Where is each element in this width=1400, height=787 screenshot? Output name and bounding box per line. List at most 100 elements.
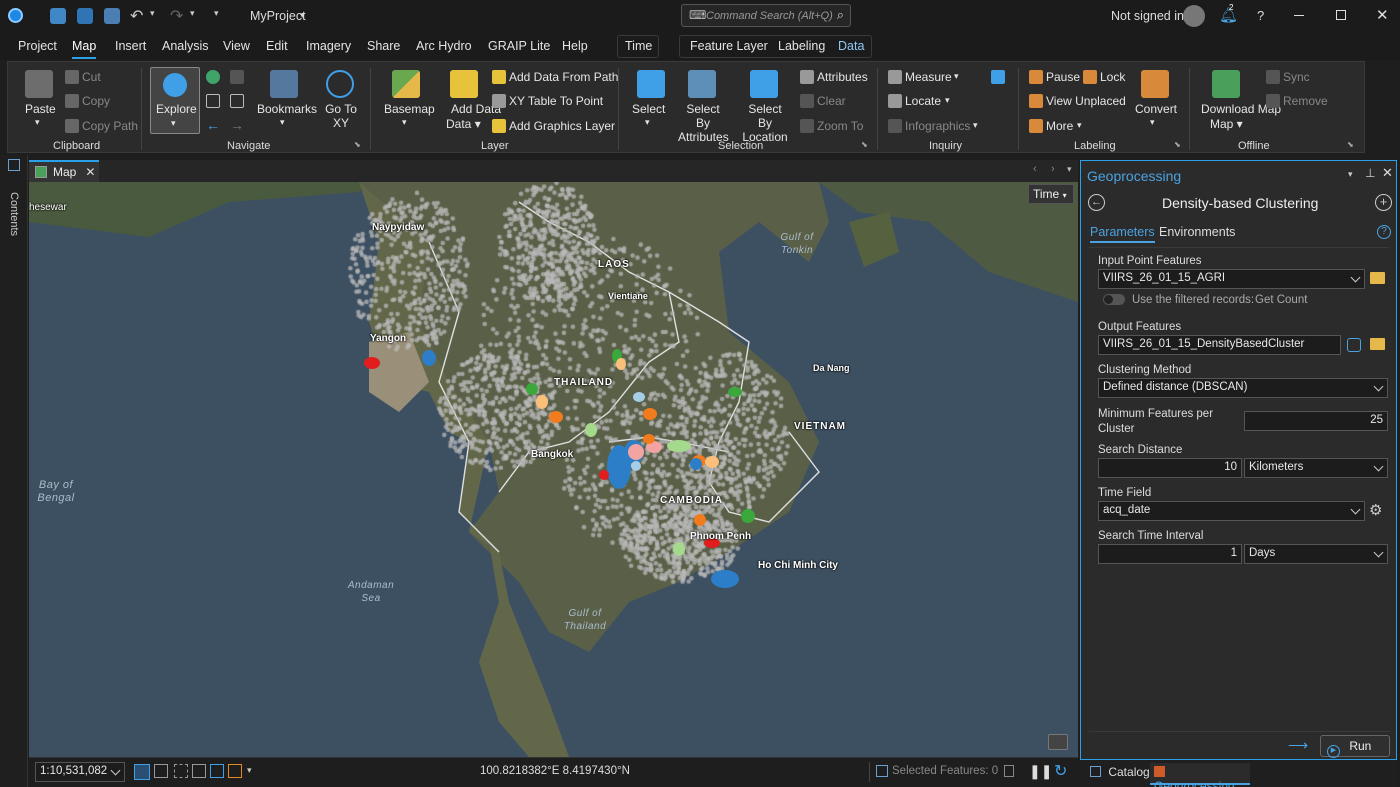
flow-icon[interactable] (210, 764, 224, 778)
menu-view[interactable]: View (223, 39, 250, 53)
labeling-launcher-icon[interactable]: ⬊ (1174, 140, 1181, 149)
open-project-icon[interactable] (77, 8, 93, 24)
field-settings-gear-icon[interactable]: ⚙ (1369, 501, 1382, 519)
project-name[interactable]: MyProject (250, 9, 306, 23)
lock-button[interactable]: Lock (1100, 70, 1125, 84)
map-view[interactable]: hesewar Naypyidaw LAOS Vientiane Yangon … (29, 182, 1078, 757)
map-overflow-menu-icon[interactable] (1048, 734, 1068, 750)
attributes-button[interactable]: Attributes (817, 70, 868, 84)
more-button[interactable]: More (1046, 119, 1073, 133)
tab-labeling[interactable]: Labeling (778, 39, 825, 53)
select-dropdown-icon[interactable]: ▾ (645, 117, 650, 128)
rotation-icon[interactable] (228, 764, 242, 778)
help-icon[interactable]: ? (1257, 8, 1264, 23)
go-to-xy-button[interactable]: Go To XY (324, 102, 358, 130)
menu-map[interactable]: Map (72, 39, 97, 59)
contents-icon[interactable] (8, 159, 20, 171)
more-dropdown-icon[interactable]: ▾ (1077, 120, 1082, 131)
clustering-method-select[interactable]: Defined distance (DBSCAN) (1098, 378, 1388, 398)
minimize-icon[interactable] (1294, 15, 1304, 16)
scale-lock-icon[interactable] (1004, 765, 1014, 777)
view-unplaced-button[interactable]: View Unplaced (1046, 94, 1126, 108)
download-map-second-line[interactable]: Map ▾ (1210, 117, 1243, 131)
clear-button[interactable]: Clear (817, 94, 846, 108)
command-search-input[interactable]: ⌨ Command Search (Alt+Q) ⌕ (681, 4, 851, 27)
tab-feature-layer[interactable]: Feature Layer (690, 39, 768, 53)
inquiry-tool-icon[interactable] (991, 70, 1005, 84)
undo-icon[interactable]: ↶ (130, 6, 143, 26)
menu-insert[interactable]: Insert (115, 39, 146, 53)
menu-analysis[interactable]: Analysis (162, 39, 209, 53)
tab-data[interactable]: Data (838, 39, 864, 53)
undo-dropdown-icon[interactable]: ▾ (150, 8, 155, 19)
bookmarks-dropdown-icon[interactable]: ▾ (280, 117, 285, 128)
paste-button[interactable]: Paste (25, 102, 56, 116)
menu-share[interactable]: Share (367, 39, 400, 53)
pane-options-dropdown-icon[interactable]: ▾ (1348, 169, 1353, 180)
scale-selector[interactable]: 1:10,531,082 (35, 762, 125, 782)
tab-time[interactable]: Time (617, 35, 659, 58)
measure-button[interactable]: Measure (905, 70, 952, 84)
table-grid-icon[interactable] (154, 764, 168, 778)
pause-button[interactable]: Pause (1046, 70, 1080, 84)
fixed-zoom-out-icon[interactable] (230, 94, 244, 108)
time-field-select[interactable]: acq_date (1098, 501, 1365, 521)
sync-button[interactable]: Sync (1283, 70, 1310, 84)
add-data-from-path-button[interactable]: Add Data From Path (509, 70, 618, 84)
menu-project[interactable]: Project (18, 39, 57, 53)
min-features-input[interactable]: 25 (1244, 411, 1388, 431)
add-data-dropdown-label[interactable]: Data ▾ (446, 117, 481, 131)
tab-list-dropdown-icon[interactable]: ▾ (1067, 164, 1072, 175)
more-status-dropdown-icon[interactable]: ▾ (247, 765, 252, 776)
tool-help-icon[interactable]: ? (1377, 225, 1391, 239)
redo-dropdown-icon[interactable]: ▾ (190, 8, 195, 19)
selected-features-count[interactable]: Selected Features: 0 (892, 765, 998, 777)
basemap-dropdown-icon[interactable]: ▾ (402, 117, 407, 128)
use-filtered-records-toggle[interactable] (1103, 294, 1125, 305)
select-button[interactable]: Select (632, 102, 665, 116)
back-icon[interactable]: ← (1088, 194, 1105, 211)
save-project-icon[interactable] (104, 8, 120, 24)
refresh-icon[interactable]: ↻ (1054, 761, 1067, 781)
tab-catalog[interactable]: Catalog (1086, 763, 1154, 783)
customize-toolbar-icon[interactable]: ▾ (214, 8, 219, 19)
add-tool-icon[interactable]: + (1375, 194, 1392, 211)
tab-map[interactable]: Map ✕ (29, 160, 99, 182)
navigate-launcher-icon[interactable]: ⬊ (354, 140, 361, 149)
search-distance-input[interactable]: 10 (1098, 458, 1242, 478)
restore-icon[interactable] (1336, 10, 1346, 20)
tab-geoprocessing[interactable]: Geoprocessing (1150, 763, 1250, 787)
menu-arc-hydro[interactable]: Arc Hydro (416, 39, 472, 53)
browse-output-folder-icon[interactable] (1370, 338, 1385, 350)
output-options-icon[interactable] (1347, 338, 1361, 352)
time-interval-input[interactable]: 1 (1098, 544, 1242, 564)
full-extent-icon[interactable] (206, 70, 220, 84)
grid-icon[interactable] (134, 764, 150, 780)
selection-launcher-icon[interactable]: ⬊ (861, 140, 868, 149)
get-count-link[interactable]: Get Count (1255, 294, 1307, 306)
convert-button[interactable]: Convert (1135, 102, 1177, 116)
pause-drawing-icon[interactable]: ❚❚ (1029, 763, 1052, 780)
sign-in-status[interactable]: Not signed in (1111, 9, 1184, 23)
tab-environments[interactable]: Environments (1159, 225, 1235, 239)
paste-dropdown-icon[interactable]: ▾ (35, 117, 40, 128)
fixed-zoom-in-icon[interactable] (206, 94, 220, 108)
menu-graip-lite[interactable]: GRAIP Lite (488, 39, 550, 53)
add-graphics-layer-button[interactable]: Add Graphics Layer (509, 119, 615, 133)
previous-extent-icon[interactable]: ← (206, 117, 220, 133)
time-slider-toggle[interactable]: Time ▾ (1028, 184, 1074, 204)
offline-launcher-icon[interactable]: ⬊ (1347, 140, 1354, 149)
explore-button[interactable]: Explore ▾ (150, 67, 200, 134)
search-distance-unit-select[interactable]: Kilometers (1244, 458, 1388, 478)
output-features-input[interactable]: VIIRS_26_01_15_DensityBasedCluster (1098, 335, 1341, 355)
input-point-features-select[interactable]: VIIRS_26_01_15_AGRI (1098, 269, 1365, 289)
close-map-tab-icon[interactable]: ✕ (85, 165, 95, 179)
infographics-dropdown-icon[interactable]: ▾ (973, 120, 978, 131)
new-project-icon[interactable] (50, 8, 66, 24)
tab-parameters[interactable]: Parameters (1090, 225, 1155, 243)
copy-button[interactable]: Copy (82, 94, 110, 108)
bookmarks-button[interactable]: Bookmarks (257, 102, 317, 116)
run-button[interactable]: ▶ Run ▾ (1320, 735, 1390, 771)
locate-button[interactable]: Locate (905, 94, 941, 108)
basemap-button[interactable]: Basemap (384, 102, 435, 116)
